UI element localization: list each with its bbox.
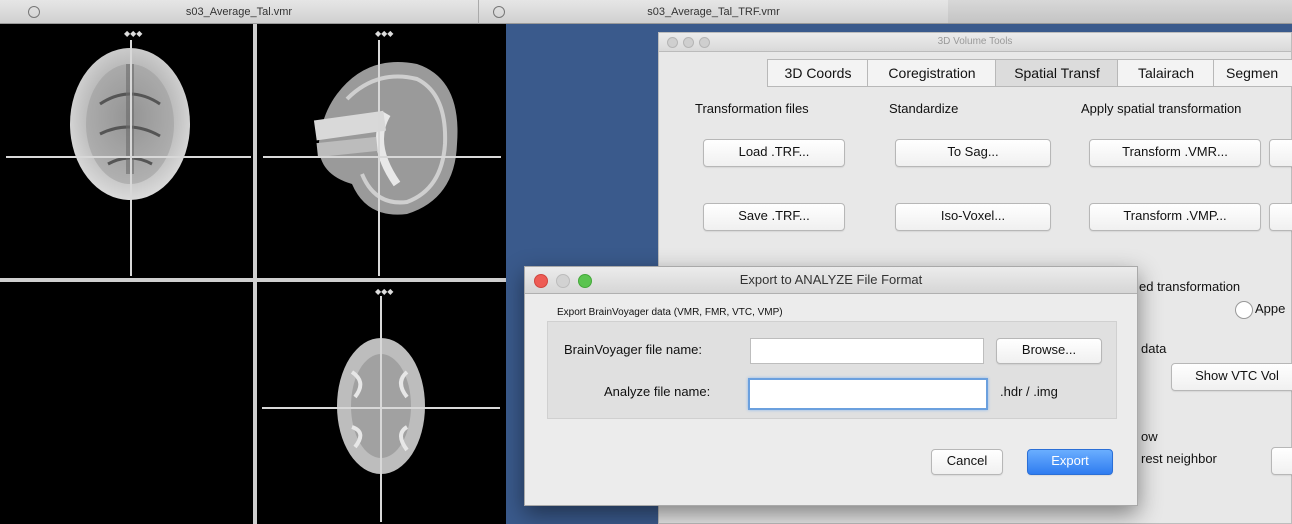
vmr-title-left-text: s03_Average_Tal.vmr [185,6,293,18]
zoom-icon[interactable] [578,274,592,288]
sagittal-brain-slice[interactable]: ◆◆◆ [257,24,506,278]
transform-vmp-button[interactable]: Transform .VMP... [1089,203,1261,231]
label-ow: ow [1141,429,1158,444]
vmr-viewer[interactable]: ◆◆◆ ◆◆◆ ◆◆◆ [0,24,506,524]
zoom-icon[interactable] [699,37,710,48]
transform-vmr-button[interactable]: Transform .VMR... [1089,139,1261,167]
close-icon[interactable] [667,37,678,48]
cancel-button[interactable]: Cancel [931,449,1003,475]
partial-button-bottom[interactable] [1271,447,1292,475]
tab-3d-coords[interactable]: 3D Coords [767,59,869,87]
extension-label: .hdr / .img [1000,384,1058,399]
show-vtc-vol-button[interactable]: Show VTC Vol [1171,363,1292,391]
section-apply-spatial-transformation: Apply spatial transformation [1081,101,1242,116]
svg-text:◆◆◆: ◆◆◆ [375,287,394,296]
export-dialog-title: Export to ANALYZE File Format [739,272,923,287]
load-trf-button[interactable]: Load .TRF... [703,139,845,167]
analyze-file-name-field[interactable] [748,378,988,410]
append-radio[interactable] [1235,301,1253,319]
bv-file-name-field[interactable] [750,338,984,364]
volume-tools-title: 3D Volume Tools [937,36,1013,47]
crosshair-v [380,296,382,522]
tab-coregistration[interactable]: Coregistration [867,59,997,87]
label-data: data [1141,341,1167,356]
label-rest-neighbor: rest neighbor [1141,451,1217,466]
export-analyze-dialog[interactable]: Export to ANALYZE File Format Export Bra… [524,266,1138,506]
vmr-window-title-left[interactable]: s03_Average_Tal.vmr [0,0,478,24]
tab-segmentation[interactable]: Segmen [1213,59,1292,87]
export-group-box: BrainVoyager file name: Browse... Analyz… [547,321,1117,419]
bv-file-name-label: BrainVoyager file name: [564,342,703,357]
volume-tools-titlebar[interactable]: 3D Volume Tools [659,33,1291,52]
browse-button[interactable]: Browse... [996,338,1102,364]
minimize-icon[interactable] [683,37,694,48]
section-standardize: Standardize [889,101,959,116]
title-bar-strip [948,0,1292,24]
crosshair-v [130,40,132,276]
svg-text:◆◆◆: ◆◆◆ [124,29,143,38]
crosshair-h [6,156,251,158]
to-sag-button[interactable]: To Sag... [895,139,1051,167]
export-group-label: Export BrainVoyager data (VMR, FMR, VTC,… [557,307,783,318]
svg-text:◆◆◆: ◆◆◆ [375,29,394,38]
partial-button-right[interactable] [1269,203,1292,231]
crosshair-v [378,40,380,276]
empty-pane[interactable] [0,282,253,524]
vmr-title-right-text: s03_Average_Tal_TRF.vmr [647,6,780,18]
tab-spatial-transf[interactable]: Spatial Transf [995,59,1119,87]
crosshair-h [263,156,501,158]
window-close-icon[interactable] [28,6,40,18]
export-dialog-titlebar[interactable]: Export to ANALYZE File Format [525,267,1137,294]
minimize-icon[interactable] [556,274,570,288]
tab-bar: 3D Coords Coregistration Spatial Transf … [767,59,1292,87]
partial-button-right[interactable] [1269,139,1292,167]
vmr-window-title-right[interactable]: s03_Average_Tal_TRF.vmr [478,0,948,24]
label-append: Appe [1255,301,1286,316]
label-ed-transformation: ed transformation [1139,279,1241,294]
window-close-icon[interactable] [493,6,505,18]
save-trf-button[interactable]: Save .TRF... [703,203,845,231]
axial-brain-slice[interactable]: ◆◆◆ [0,24,253,278]
close-icon[interactable] [534,274,548,288]
export-button[interactable]: Export [1027,449,1113,475]
iso-voxel-button[interactable]: Iso-Voxel... [895,203,1051,231]
tab-talairach[interactable]: Talairach [1117,59,1215,87]
section-transformation-files: Transformation files [695,101,809,116]
analyze-file-name-label: Analyze file name: [604,384,711,399]
